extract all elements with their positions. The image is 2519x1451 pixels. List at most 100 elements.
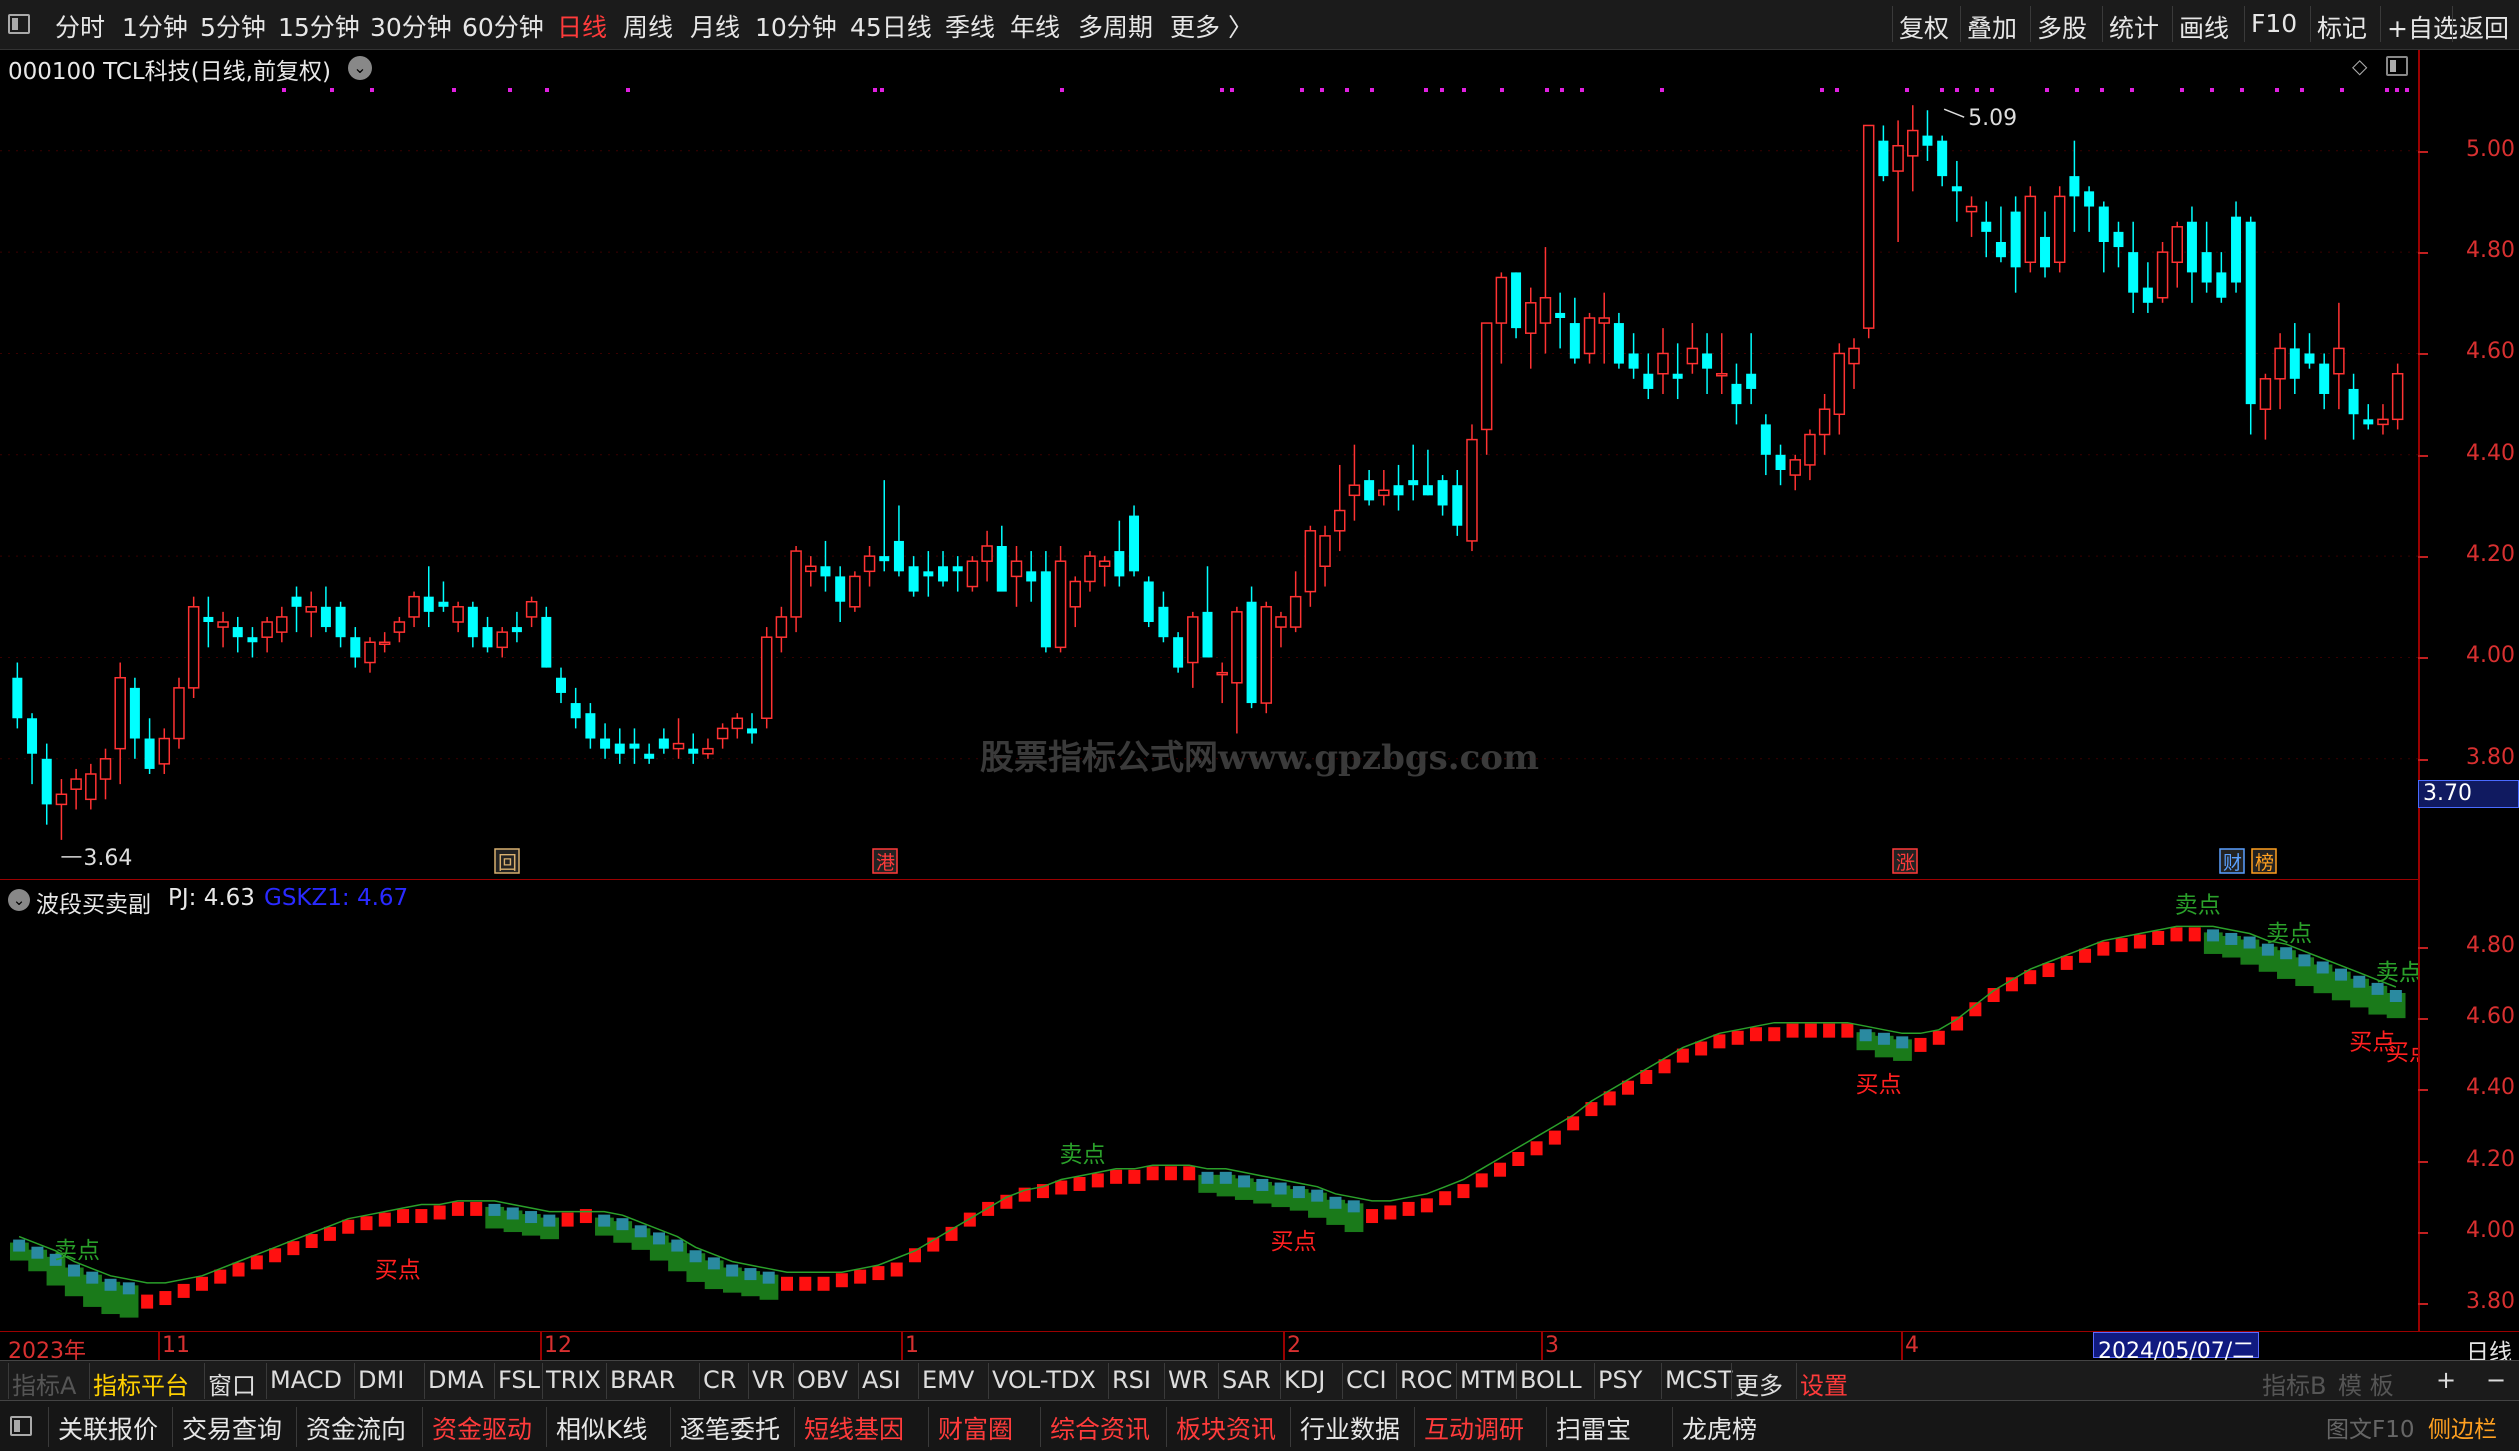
function-item[interactable]: 短线基因 bbox=[804, 1410, 904, 1446]
indicator-tick: 4.20 bbox=[2466, 1146, 2515, 1172]
period-tab[interactable]: 更多 〉 bbox=[1170, 8, 1253, 44]
indicator-tab-1[interactable]: 指标平台 bbox=[93, 1366, 189, 1401]
rise-block bbox=[1420, 1198, 1433, 1213]
indicator-tab-25[interactable]: 更多 bbox=[1735, 1366, 1783, 1401]
indicator-tab-7[interactable]: TRIX bbox=[546, 1366, 601, 1394]
indicator-tab-13[interactable]: EMV bbox=[922, 1366, 974, 1394]
period-tab[interactable]: 1分钟 bbox=[122, 8, 188, 44]
layout-icon[interactable] bbox=[2386, 56, 2408, 76]
function-item[interactable]: 互动调研 bbox=[1424, 1410, 1524, 1446]
indicator-tab-11[interactable]: OBV bbox=[797, 1366, 848, 1394]
indicator-tab-5[interactable]: DMA bbox=[428, 1366, 484, 1394]
period-tab[interactable]: 季线 bbox=[945, 8, 995, 44]
panel-toggle-icon[interactable] bbox=[8, 14, 30, 34]
function-item[interactable]: 财富圈 bbox=[938, 1410, 1013, 1446]
indicator-tab-9[interactable]: CR bbox=[703, 1366, 736, 1394]
indicator-tab-4[interactable]: DMI bbox=[358, 1366, 404, 1394]
function-item[interactable]: 相似K线 bbox=[556, 1410, 647, 1446]
event-dot bbox=[2180, 88, 2184, 92]
toolbar-button[interactable]: 复权 bbox=[1892, 6, 1955, 43]
indicator-tab-8[interactable]: BRAR bbox=[610, 1366, 675, 1394]
indicator-tab-21[interactable]: MTM bbox=[1460, 1366, 1516, 1394]
function-item[interactable]: 扫雷宝 bbox=[1556, 1410, 1631, 1446]
indicator-tab-15[interactable]: RSI bbox=[1112, 1366, 1151, 1394]
rise-block bbox=[323, 1226, 336, 1241]
period-tab[interactable]: 30分钟 bbox=[370, 8, 452, 44]
indicator-tab-3[interactable]: MACD bbox=[270, 1366, 342, 1394]
fall-block bbox=[598, 1214, 611, 1227]
indicator-right-button[interactable]: 指标B bbox=[2262, 1366, 2326, 1401]
period-tab[interactable]: 周线 bbox=[623, 8, 673, 44]
chevron-down-icon[interactable]: ⌄ bbox=[348, 56, 372, 80]
function-right-item[interactable]: 侧边栏 bbox=[2428, 1410, 2497, 1444]
indicator-tab-12[interactable]: ASI bbox=[862, 1366, 901, 1394]
rise-block bbox=[1768, 1027, 1781, 1042]
indicator-pane[interactable]: 买点买点买点买点买点卖点卖点卖点卖点卖点卖点 ⌄ 波段买卖副 PJ: 4.63 … bbox=[0, 881, 2418, 1331]
toolbar-button[interactable]: 画线 bbox=[2172, 6, 2235, 43]
toolbar-button[interactable]: F10 bbox=[2244, 6, 2303, 42]
indicator-tab-26[interactable]: 设置 bbox=[1800, 1366, 1848, 1401]
panel-toggle-icon[interactable] bbox=[10, 1416, 32, 1436]
indicator-tab-10[interactable]: VR bbox=[752, 1366, 785, 1394]
candle-body bbox=[644, 753, 655, 759]
period-tab[interactable]: 15分钟 bbox=[278, 8, 360, 44]
function-item[interactable]: 逐笔委托 bbox=[680, 1410, 780, 1446]
rise-block bbox=[982, 1201, 995, 1216]
indicator-tab-23[interactable]: PSY bbox=[1598, 1366, 1642, 1394]
tab-divider bbox=[1108, 1363, 1109, 1399]
main-chart-pane[interactable]: 5.09 3.64 回 港 涨 财榜 000100 TCL科技(日线,前复权) ⌄ ◇ 股… bbox=[0, 50, 2418, 880]
indicator-tab-19[interactable]: CCI bbox=[1346, 1366, 1387, 1394]
toolbar-button[interactable]: 叠加 bbox=[1960, 6, 2023, 43]
rise-block bbox=[872, 1266, 885, 1281]
toolbar-button[interactable]: 标记 bbox=[2310, 6, 2373, 43]
function-item[interactable]: 综合资讯 bbox=[1050, 1410, 1150, 1446]
candle-body bbox=[2363, 419, 2374, 425]
period-tab[interactable]: 月线 bbox=[690, 8, 740, 44]
function-right-item[interactable]: 图文F10 bbox=[2326, 1410, 2415, 1444]
indicator-tab-16[interactable]: WR bbox=[1168, 1366, 1208, 1394]
indicator-right-button[interactable]: + bbox=[2436, 1366, 2456, 1394]
indicator-tab-22[interactable]: BOLL bbox=[1520, 1366, 1582, 1394]
indicator-tab-6[interactable]: FSL bbox=[498, 1366, 540, 1394]
function-item[interactable]: 行业数据 bbox=[1300, 1410, 1400, 1446]
period-tab[interactable]: 45日线 bbox=[850, 8, 932, 44]
indicator-chart[interactable]: 买点买点买点买点买点卖点卖点卖点卖点卖点卖点 bbox=[0, 881, 2418, 1331]
price-tick: 4.40 bbox=[2466, 440, 2515, 466]
function-item[interactable]: 资金流向 bbox=[306, 1410, 406, 1446]
tick-mark bbox=[2418, 1017, 2428, 1020]
chevron-down-icon[interactable]: ⌄ bbox=[8, 889, 30, 911]
indicator-tab-18[interactable]: KDJ bbox=[1284, 1366, 1325, 1394]
event-dot bbox=[2130, 88, 2134, 92]
tab-divider bbox=[266, 1363, 267, 1399]
candle-body bbox=[203, 616, 214, 622]
period-tab[interactable]: 5分钟 bbox=[200, 8, 266, 44]
period-tab[interactable]: 60分钟 bbox=[462, 8, 544, 44]
diamond-icon[interactable]: ◇ bbox=[2352, 54, 2367, 78]
indicator-tab-24[interactable]: MCST bbox=[1665, 1366, 1732, 1394]
period-tab[interactable]: 日线 bbox=[557, 8, 607, 44]
candle-body bbox=[1569, 323, 1580, 359]
candle-body bbox=[378, 641, 391, 646]
function-item[interactable]: 龙虎榜 bbox=[1682, 1410, 1757, 1446]
indicator-tab-2[interactable]: 窗口 bbox=[208, 1366, 256, 1401]
toolbar-button[interactable]: 多股 bbox=[2030, 6, 2093, 43]
indicator-tab-20[interactable]: ROC bbox=[1400, 1366, 1452, 1394]
rise-block bbox=[214, 1269, 227, 1284]
period-tab[interactable]: 10分钟 bbox=[755, 8, 837, 44]
function-item[interactable]: 板块资讯 bbox=[1176, 1410, 1276, 1446]
function-item[interactable]: 资金驱动 bbox=[432, 1410, 532, 1446]
indicator-right-button[interactable]: − bbox=[2486, 1366, 2506, 1394]
candle-body bbox=[614, 743, 625, 754]
period-tab[interactable]: 多周期 bbox=[1078, 8, 1153, 44]
indicator-right-button[interactable]: 模 板 bbox=[2338, 1366, 2394, 1401]
toolbar-button[interactable]: 统计 bbox=[2102, 6, 2165, 43]
period-tab[interactable]: 分时 bbox=[55, 8, 105, 44]
function-item[interactable]: 关联报价 bbox=[58, 1410, 158, 1446]
indicator-tab-17[interactable]: SAR bbox=[1222, 1366, 1271, 1394]
indicator-tab-0[interactable]: 指标A bbox=[12, 1366, 76, 1401]
function-item[interactable]: 交易查询 bbox=[182, 1410, 282, 1446]
event-dot bbox=[1424, 88, 1428, 92]
toolbar-button[interactable]: 返回 bbox=[2452, 6, 2515, 43]
indicator-tab-14[interactable]: VOL-TDX bbox=[992, 1366, 1096, 1394]
period-tab[interactable]: 年线 bbox=[1010, 8, 1060, 44]
